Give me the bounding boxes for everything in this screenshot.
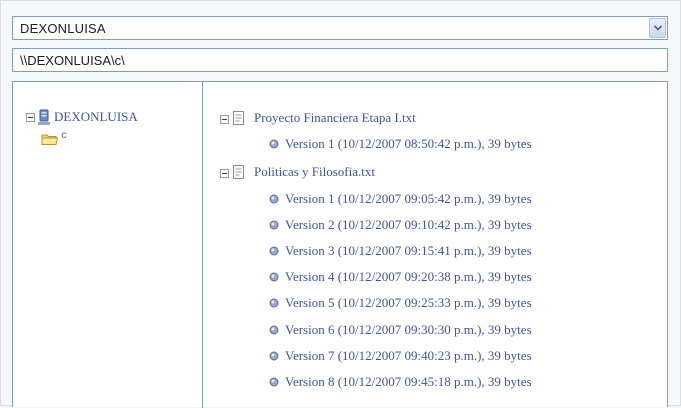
version-item[interactable]: Version 8 (10/12/2007 09:45:18 p.m.), 39… <box>285 374 532 390</box>
path-field[interactable]: \\DEXONLUISA\c\ <box>12 48 668 72</box>
version-icon <box>269 298 279 308</box>
server-icon <box>38 109 50 125</box>
chevron-down-icon <box>654 25 662 31</box>
file-item[interactable]: Proyecto Financiera Etapa I.txt <box>254 110 416 126</box>
version-icon <box>269 194 279 204</box>
folder-icon[interactable] <box>41 132 59 146</box>
version-icon <box>269 377 279 387</box>
version-icon <box>269 220 279 230</box>
file-version-tree: Proyecto Financiera Etapa I.txt Version … <box>203 82 667 407</box>
tree-item-server[interactable]: DEXONLUISA <box>54 109 138 125</box>
version-item[interactable]: Version 7 (10/12/2007 09:40:23 p.m.), 39… <box>285 348 532 364</box>
version-icon <box>269 139 279 149</box>
path-field-value: \\DEXONLUISA\c\ <box>20 53 125 68</box>
version-item[interactable]: Version 2 (10/12/2007 09:10:42 p.m.), 39… <box>285 217 532 233</box>
version-item[interactable]: Version 4 (10/12/2007 09:20:38 p.m.), 39… <box>285 269 532 285</box>
file-item[interactable]: Politicas y Filosofia.txt <box>254 164 375 180</box>
file-versions-window: DEXONLUISA \\DEXONLUISA\c\ DEXONLUISA c <box>0 0 681 408</box>
server-select-value: DEXONLUISA <box>20 21 106 36</box>
folder-tree: DEXONLUISA c <box>13 82 202 407</box>
version-item[interactable]: Version 6 (10/12/2007 09:30:30 p.m.), 39… <box>285 322 532 338</box>
collapse-icon[interactable] <box>220 115 229 124</box>
version-item[interactable]: Version 3 (10/12/2007 09:15:41 p.m.), 39… <box>285 243 532 259</box>
collapse-icon[interactable] <box>26 113 35 122</box>
server-select[interactable]: DEXONLUISA <box>12 16 668 40</box>
version-icon <box>269 246 279 256</box>
version-icon <box>269 272 279 282</box>
version-item[interactable]: Version 1 (10/12/2007 09:05:42 p.m.), 39… <box>285 191 532 207</box>
version-item[interactable]: Version 5 (10/12/2007 09:25:33 p.m.), 39… <box>285 295 532 311</box>
dropdown-button[interactable] <box>649 18 666 38</box>
version-icon <box>269 325 279 335</box>
collapse-icon[interactable] <box>220 169 229 178</box>
tree-item-folder-c[interactable]: c <box>61 131 67 142</box>
tree-panel: DEXONLUISA c Proyecto Financiera Etapa I… <box>12 81 668 408</box>
version-item[interactable]: Version 1 (10/12/2007 08:50:42 p.m.), 39… <box>285 136 532 152</box>
version-icon <box>269 351 279 361</box>
text-file-icon <box>233 165 244 179</box>
text-file-icon <box>233 111 244 125</box>
